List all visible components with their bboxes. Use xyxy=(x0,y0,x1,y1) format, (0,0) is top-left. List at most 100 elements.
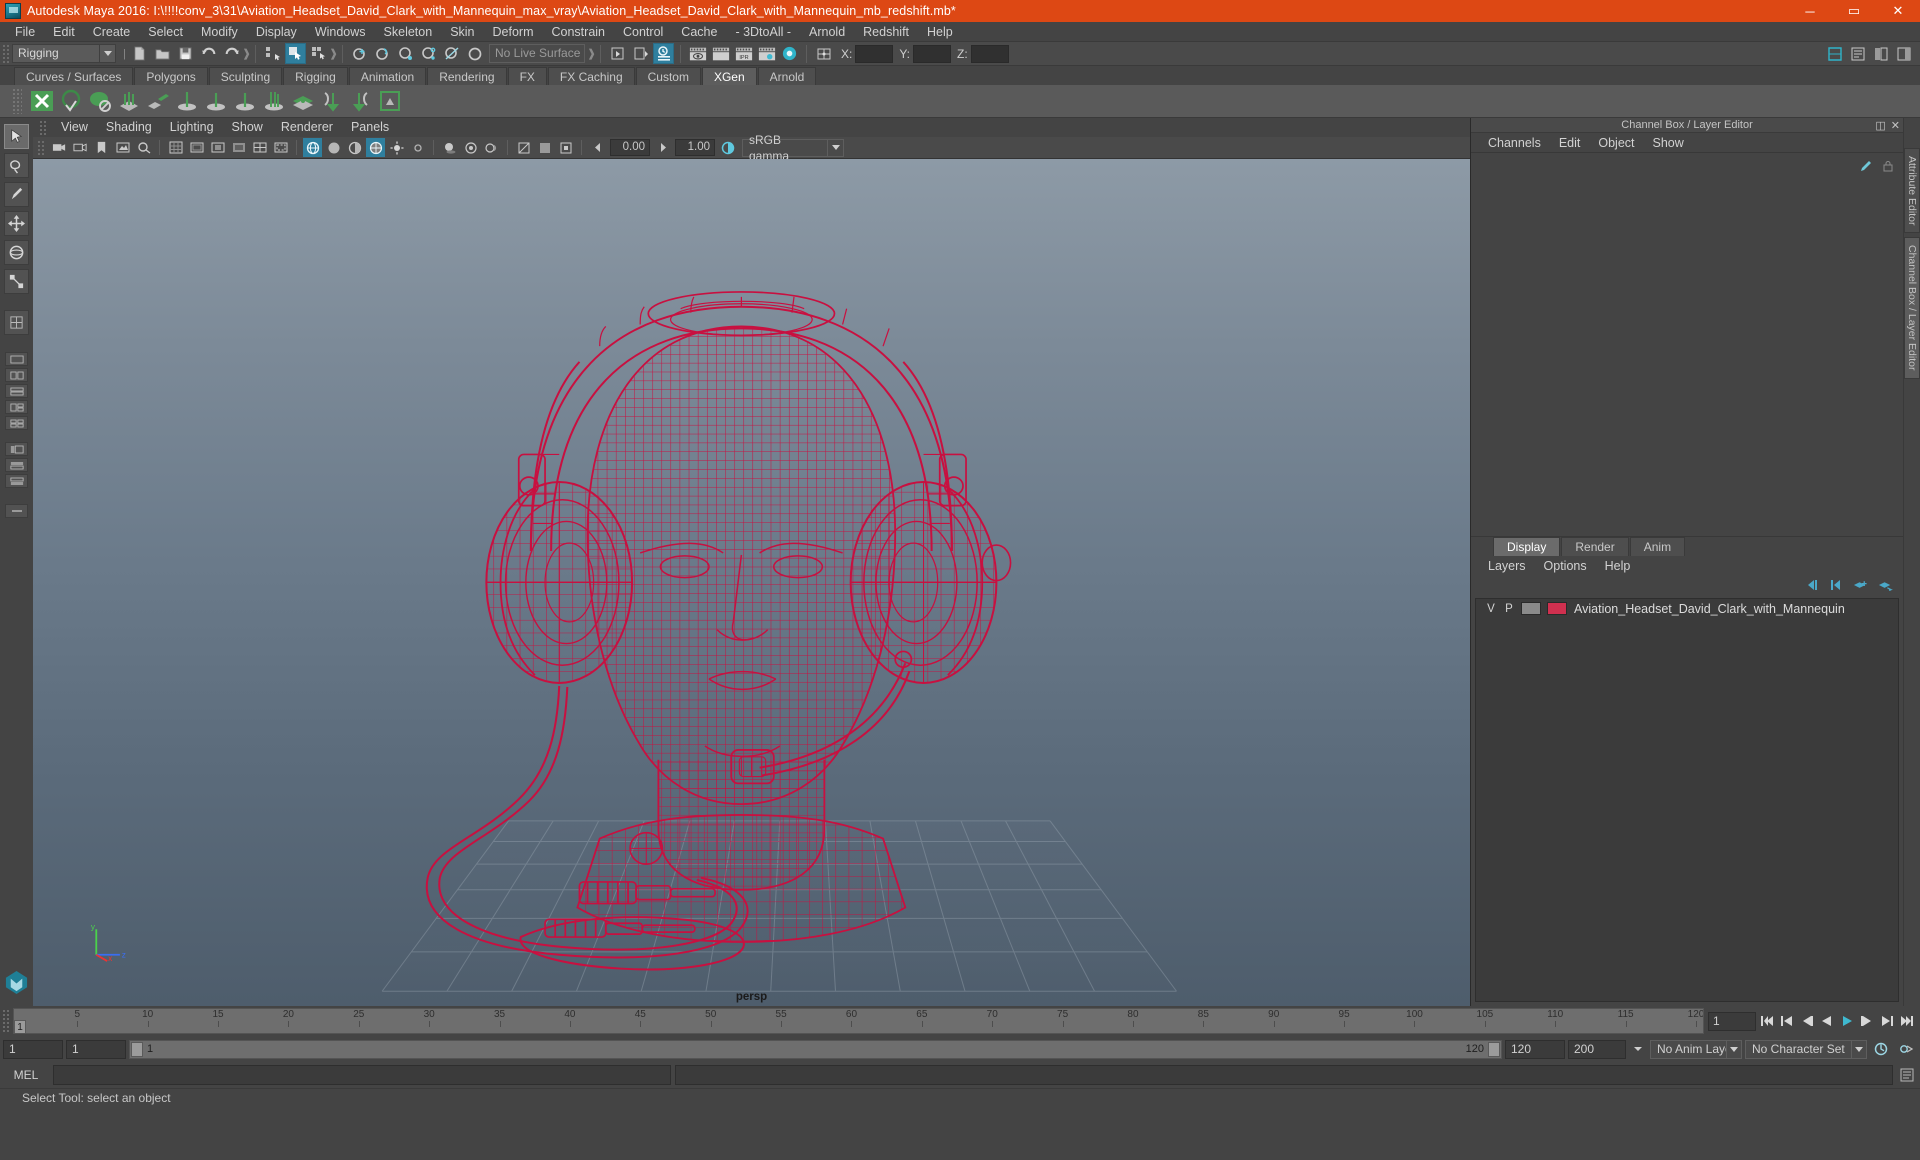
select-by-object-type-button[interactable] xyxy=(285,43,306,64)
menu-edit[interactable]: Edit xyxy=(44,22,84,42)
render-current-frame-button[interactable] xyxy=(687,43,708,64)
menu-cache[interactable]: Cache xyxy=(672,22,726,42)
play-backwards-icon[interactable] xyxy=(1818,1012,1836,1031)
modeling-toolkit-toggle[interactable] xyxy=(1824,43,1845,64)
viewport-menu-panels[interactable]: Panels xyxy=(342,118,398,137)
xgen-render-icon[interactable] xyxy=(376,88,403,115)
scale-tool-button[interactable] xyxy=(4,269,29,294)
viewport-toolbar-grip[interactable] xyxy=(37,139,45,156)
anim-layer-selector[interactable]: No Anim Layer xyxy=(1650,1039,1742,1059)
chevron-down-icon[interactable] xyxy=(100,44,116,63)
smooth-shade-selected-icon[interactable] xyxy=(345,138,364,157)
menu-modify[interactable]: Modify xyxy=(192,22,247,42)
viewport-menu-show[interactable]: Show xyxy=(223,118,272,137)
layout-two-pane-stacked-button[interactable] xyxy=(5,384,28,398)
xgen-guide-comb-icon[interactable] xyxy=(260,88,287,115)
viewport-menu-view[interactable]: View xyxy=(52,118,97,137)
animation-preferences-icon[interactable] xyxy=(1895,1040,1917,1059)
range-start-handle[interactable] xyxy=(131,1041,143,1057)
menu-create[interactable]: Create xyxy=(84,22,140,42)
layer-menu-help[interactable]: Help xyxy=(1596,556,1640,576)
safe-action-icon[interactable] xyxy=(271,138,290,157)
snap-to-projected-center-button[interactable] xyxy=(418,43,439,64)
shelf-tab-sculpting[interactable]: Sculpting xyxy=(208,67,283,85)
use-default-lighting-icon[interactable] xyxy=(387,138,406,157)
xgen-guide-place-icon[interactable] xyxy=(202,88,229,115)
channel-box-menu-channels[interactable]: Channels xyxy=(1479,133,1550,153)
shelf-tab-arnold[interactable]: Arnold xyxy=(757,67,817,85)
snap-to-point-button[interactable] xyxy=(395,43,416,64)
menu-redshift[interactable]: Redshift xyxy=(854,22,918,42)
snap-to-view-plane-button[interactable] xyxy=(441,43,462,64)
shelf-tab-polygons[interactable]: Polygons xyxy=(134,67,208,85)
range-bar[interactable]: 1 120 xyxy=(129,1039,1502,1059)
layer-name[interactable]: Aviation_Headset_David_Clark_with_Manneq… xyxy=(1574,602,1845,616)
layout-three-pane-button[interactable] xyxy=(5,400,28,414)
viewport-menu-lighting[interactable]: Lighting xyxy=(161,118,223,137)
redo-render-button[interactable] xyxy=(710,43,731,64)
script-editor-icon[interactable] xyxy=(1897,1065,1917,1085)
viewport-menu-renderer[interactable]: Renderer xyxy=(272,118,342,137)
playback-options-icon[interactable] xyxy=(1629,1040,1647,1059)
shelf-tab-rigging[interactable]: Rigging xyxy=(283,67,348,85)
shelf-tab-fx[interactable]: FX xyxy=(507,67,547,85)
channel-box-tool-icon[interactable] xyxy=(1859,159,1873,176)
resolution-gate-icon[interactable] xyxy=(208,138,227,157)
viewport-3d[interactable]: y z x persp xyxy=(33,159,1470,1006)
move-tool-button[interactable] xyxy=(4,211,29,236)
xray-mode-icon[interactable] xyxy=(514,138,533,157)
chevron-down-icon[interactable] xyxy=(1726,1040,1741,1058)
layout-hypergraph-button[interactable] xyxy=(5,458,28,472)
layer-visible-toggle[interactable]: V xyxy=(1482,603,1500,615)
xray-active-components-icon[interactable] xyxy=(556,138,575,157)
xgen-layers-icon[interactable] xyxy=(289,88,316,115)
tab-anim[interactable]: Anim xyxy=(1629,537,1686,556)
wireframe-on-shaded-icon[interactable] xyxy=(366,138,385,157)
character-set-selector[interactable]: No Character Set xyxy=(1745,1039,1867,1059)
tab-display[interactable]: Display xyxy=(1493,537,1561,556)
gamma-value[interactable]: 1.00 xyxy=(675,139,715,156)
layout-outliner-persp-button[interactable] xyxy=(5,442,28,456)
layer-shading-swatch[interactable] xyxy=(1521,602,1541,615)
move-layer-up-icon[interactable] xyxy=(1805,579,1819,594)
range-end-handle[interactable] xyxy=(1488,1041,1500,1057)
command-output[interactable] xyxy=(675,1065,1893,1085)
step-back-frame-icon[interactable] xyxy=(1798,1012,1816,1031)
save-scene-button[interactable] xyxy=(175,43,196,64)
viewport-menu-grip[interactable] xyxy=(39,119,47,136)
exposure-value[interactable]: 0.00 xyxy=(610,139,650,156)
command-input[interactable] xyxy=(53,1065,671,1085)
motion-blur-icon[interactable] xyxy=(482,138,501,157)
shelf-tab-rendering[interactable]: Rendering xyxy=(427,67,507,85)
show-hide-editors-button[interactable] xyxy=(607,43,628,64)
shelf-tab-xgen[interactable]: XGen xyxy=(701,67,757,85)
channel-box-body[interactable] xyxy=(1471,153,1903,536)
coord-z-field[interactable] xyxy=(970,44,1009,63)
time-slider-track[interactable]: 1 5 10 15 20 25 30 35 40 45 50 55 60 65 70 75 80 85 90 95 1… xyxy=(13,1008,1704,1034)
undock-icon[interactable]: ◫ xyxy=(1875,119,1885,132)
layer-playback-toggle[interactable]: P xyxy=(1500,603,1518,615)
menu-skeleton[interactable]: Skeleton xyxy=(375,22,442,42)
select-by-hierarchy-button[interactable] xyxy=(262,43,283,64)
undo-button[interactable] xyxy=(198,43,219,64)
shelf-tab-custom[interactable]: Custom xyxy=(635,67,701,85)
new-layer-from-selection-icon[interactable] xyxy=(1878,579,1893,594)
show-hide-panes-button[interactable] xyxy=(630,43,651,64)
open-scene-button[interactable] xyxy=(152,43,173,64)
xgen-export-icon[interactable] xyxy=(347,88,374,115)
layer-menu-layers[interactable]: Layers xyxy=(1479,556,1535,576)
exposure-up-icon[interactable] xyxy=(653,138,672,157)
shelf-tab-fx-caching[interactable]: FX Caching xyxy=(547,67,635,85)
shelf-tab-curves-surfaces[interactable]: Curves / Surfaces xyxy=(14,67,134,85)
channel-box-lock-icon[interactable] xyxy=(1881,159,1895,176)
menu-set-selector[interactable]: Rigging xyxy=(12,44,116,63)
rotate-tool-button[interactable] xyxy=(4,240,29,265)
menu-deform[interactable]: Deform xyxy=(484,22,543,42)
attribute-editor-toggle[interactable] xyxy=(1847,43,1868,64)
select-camera-icon[interactable] xyxy=(50,138,69,157)
xgen-import-icon[interactable] xyxy=(318,88,345,115)
step-forward-key-icon[interactable] xyxy=(1878,1012,1896,1031)
menu-control[interactable]: Control xyxy=(614,22,672,42)
chevron-down-icon[interactable] xyxy=(827,139,843,156)
channel-box-toggle[interactable] xyxy=(1893,43,1914,64)
